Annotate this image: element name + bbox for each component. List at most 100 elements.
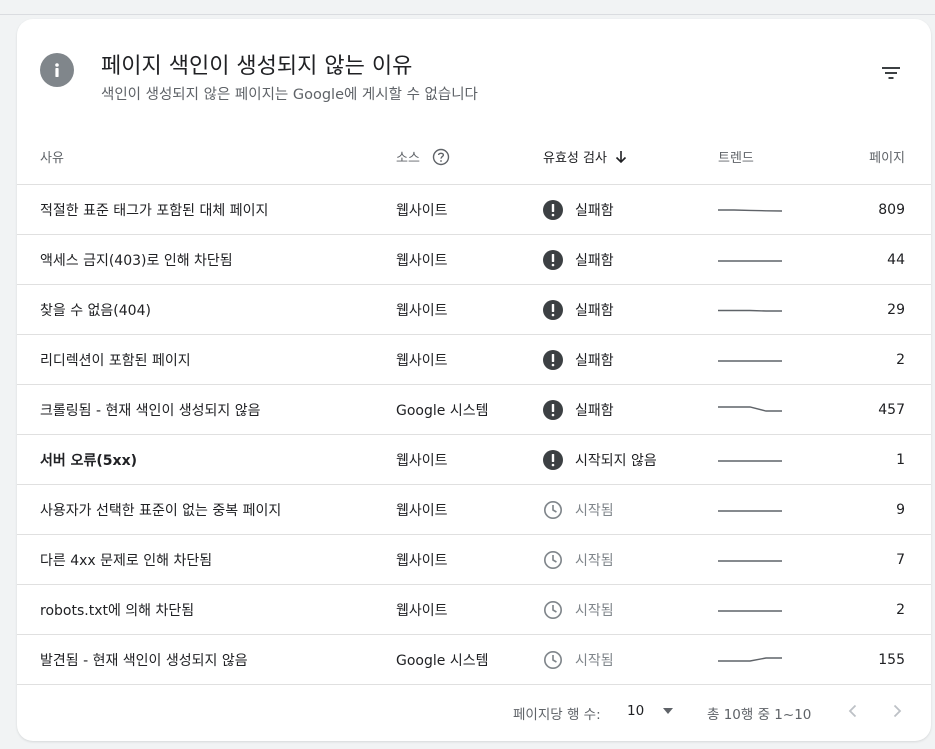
row-trend — [718, 185, 784, 234]
clock-icon — [543, 650, 563, 670]
row-status: 실패함 — [575, 352, 614, 369]
row-pages: 44 — [887, 251, 905, 268]
row-reason: 크롤링됨 - 현재 색인이 생성되지 않음 — [40, 402, 261, 419]
row-reason: robots.txt에 의해 차단됨 — [40, 602, 195, 619]
clock-icon — [543, 500, 563, 520]
row-source: 웹사이트 — [396, 352, 448, 369]
error-icon — [543, 199, 563, 220]
row-trend — [718, 535, 784, 584]
row-source: Google 시스템 — [396, 652, 489, 669]
row-validation: 실패함 — [543, 185, 614, 234]
rows-per-page-value: 10 — [627, 703, 645, 719]
row-source: 웹사이트 — [396, 602, 448, 619]
row-trend — [718, 285, 784, 334]
column-header-trend: 트렌드 — [718, 147, 754, 166]
row-pages: 155 — [878, 651, 905, 668]
row-pages: 2 — [896, 351, 905, 368]
column-header-label: 소스 — [396, 151, 420, 166]
row-status: 시작됨 — [575, 602, 614, 619]
row-validation: 실패함 — [543, 335, 614, 384]
row-trend — [718, 385, 784, 434]
chevron-right-icon — [893, 704, 902, 718]
table-row[interactable]: 리디렉션이 포함된 페이지 웹사이트 실패함 2 — [17, 335, 931, 385]
row-pages: 457 — [878, 401, 905, 418]
row-source: 웹사이트 — [396, 552, 448, 569]
table-row[interactable]: robots.txt에 의해 차단됨 웹사이트 시작됨 2 — [17, 585, 931, 635]
column-header-pages[interactable]: 페이지 — [869, 147, 905, 166]
row-status: 시작됨 — [575, 552, 614, 569]
table-row[interactable]: 액세스 금지(403)로 인해 차단됨 웹사이트 실패함 44 — [17, 235, 931, 285]
caret-down-icon — [662, 707, 674, 715]
row-reason: 다른 4xx 문제로 인해 차단됨 — [40, 552, 213, 569]
table-row[interactable]: 발견됨 - 현재 색인이 생성되지 않음 Google 시스템 시작됨 155 — [17, 635, 931, 685]
column-header-source[interactable]: 소스 — [396, 147, 450, 166]
next-page-button[interactable] — [885, 699, 909, 723]
trend-sparkline — [718, 259, 782, 262]
row-pages: 809 — [878, 201, 905, 218]
trend-sparkline — [718, 208, 783, 212]
column-header-label: 트렌드 — [718, 151, 754, 166]
row-trend — [718, 235, 784, 284]
row-validation: 시작됨 — [543, 535, 614, 584]
arrow-down-icon — [615, 150, 627, 164]
prev-page-button[interactable] — [841, 699, 865, 723]
column-header-validation[interactable]: 유효성 검사 — [543, 147, 627, 166]
trend-sparkline — [718, 609, 782, 612]
column-header-label: 유효성 검사 — [543, 151, 607, 166]
filter-icon — [882, 67, 900, 79]
table-header: 사유 소스 유효성 검사 트렌드 페이지 — [17, 134, 931, 185]
row-status: 시작되지 않음 — [575, 452, 657, 469]
column-header-label: 페이지 — [869, 151, 905, 166]
row-reason: 사용자가 선택한 표준이 없는 중복 페이지 — [40, 502, 282, 519]
row-validation: 실패함 — [543, 235, 614, 284]
rows-per-page-label: 페이지당 행 수: — [513, 707, 601, 723]
chevron-left-icon — [848, 704, 857, 718]
trend-sparkline — [718, 459, 782, 462]
pagination-range: 총 10행 중 1~10 — [707, 707, 812, 723]
error-icon — [543, 249, 563, 270]
table-row[interactable]: 적절한 표준 태그가 포함된 대체 페이지 웹사이트 실패함 809 — [17, 185, 931, 235]
row-status: 실패함 — [575, 402, 614, 419]
row-status: 실패함 — [575, 302, 614, 319]
row-trend — [718, 585, 784, 634]
trend-sparkline — [718, 509, 782, 512]
table-row[interactable]: 찾을 수 없음(404) 웹사이트 실패함 29 — [17, 285, 931, 335]
trend-sparkline — [718, 309, 782, 312]
row-reason: 발견됨 - 현재 색인이 생성되지 않음 — [40, 652, 248, 669]
table-body: 적절한 표준 태그가 포함된 대체 페이지 웹사이트 실패함 809 액세스 금지(40… — [17, 185, 931, 685]
rows-per-page-select[interactable]: 10 — [627, 699, 674, 723]
trend-sparkline — [718, 359, 782, 362]
pagination-footer: 페이지당 행 수: 10 총 10행 중 1~10 — [17, 691, 931, 733]
row-validation: 시작되지 않음 — [543, 435, 657, 484]
help-icon[interactable] — [432, 148, 450, 166]
column-header-label: 사유 — [40, 151, 64, 166]
table-row[interactable]: 다른 4xx 문제로 인해 차단됨 웹사이트 시작됨 7 — [17, 535, 931, 585]
row-source: 웹사이트 — [396, 252, 448, 269]
row-source: 웹사이트 — [396, 202, 448, 219]
trend-sparkline — [718, 405, 782, 412]
not-indexed-reasons-card: 페이지 색인이 생성되지 않는 이유 색인이 생성되지 않은 페이지는 Goog… — [17, 19, 931, 741]
row-validation: 실패함 — [543, 285, 614, 334]
row-trend — [718, 435, 784, 484]
error-icon — [543, 399, 563, 420]
row-pages: 2 — [896, 601, 905, 618]
row-source: 웹사이트 — [396, 502, 448, 519]
table-row[interactable]: 크롤링됨 - 현재 색인이 생성되지 않음 Google 시스템 실패함 457 — [17, 385, 931, 435]
error-icon — [543, 449, 563, 470]
row-source: 웹사이트 — [396, 452, 448, 469]
row-reason: 액세스 금지(403)로 인해 차단됨 — [40, 252, 233, 269]
error-icon — [543, 349, 563, 370]
row-validation: 시작됨 — [543, 635, 614, 684]
table-row[interactable]: 사용자가 선택한 표준이 없는 중복 페이지 웹사이트 시작됨 9 — [17, 485, 931, 535]
row-source: Google 시스템 — [396, 402, 489, 419]
row-pages: 1 — [896, 451, 905, 468]
filter-button[interactable] — [879, 61, 903, 85]
row-reason: 서버 오류(5xx) — [40, 452, 137, 469]
row-trend — [718, 635, 784, 684]
clock-icon — [543, 550, 563, 570]
clock-icon — [543, 600, 563, 620]
column-header-reason[interactable]: 사유 — [40, 147, 64, 166]
row-pages: 29 — [887, 301, 905, 318]
table-row[interactable]: 서버 오류(5xx) 웹사이트 시작되지 않음 1 — [17, 435, 931, 485]
error-icon — [543, 299, 563, 320]
